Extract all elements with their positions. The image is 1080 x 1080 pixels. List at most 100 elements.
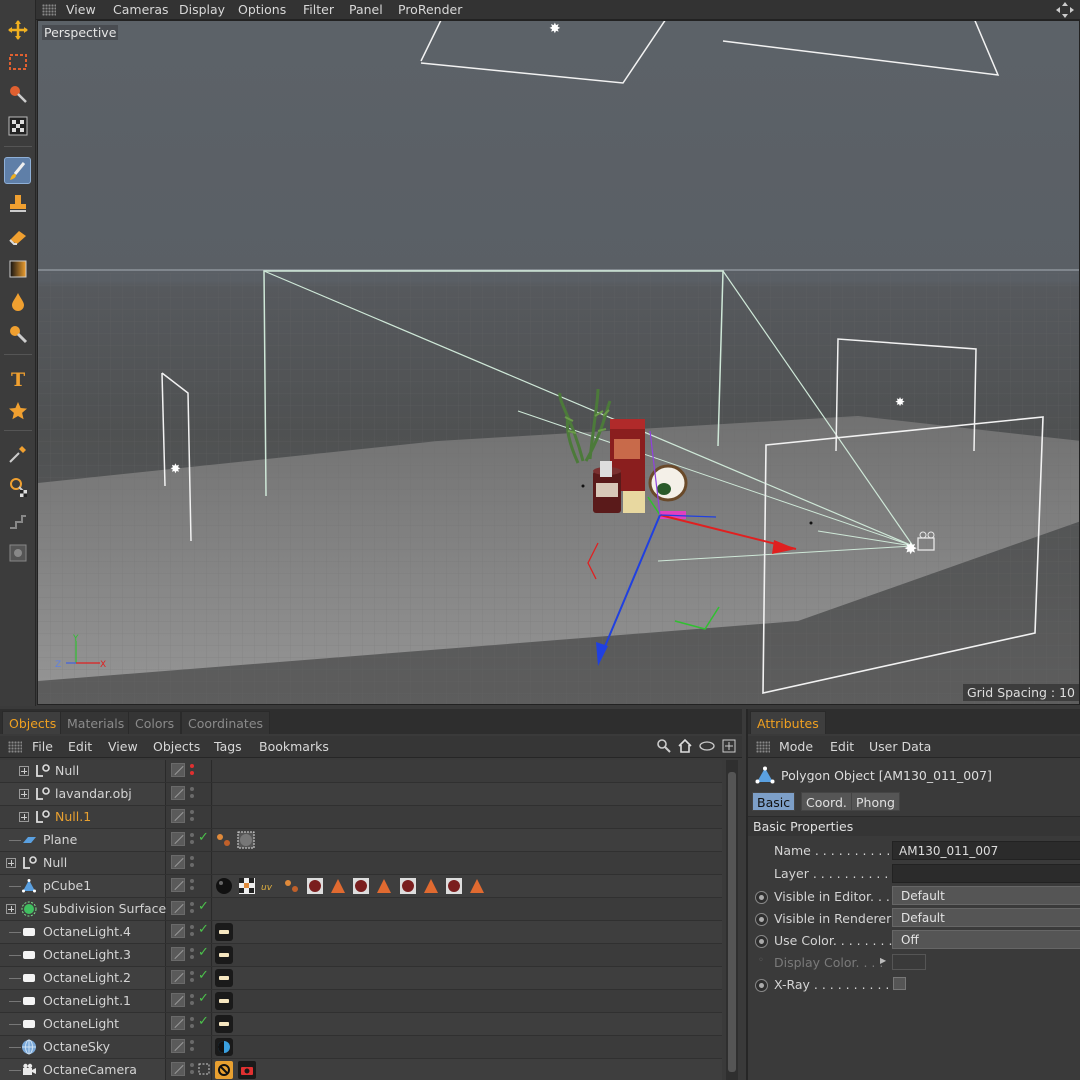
eraser-icon[interactable] [4, 222, 31, 249]
search-icon[interactable] [656, 738, 672, 754]
visibility-dots-icon[interactable] [190, 947, 194, 963]
menu-cameras[interactable]: Cameras [113, 2, 169, 17]
object-row[interactable]: OctaneCamera [0, 1059, 722, 1080]
visible-editor-select[interactable]: Default [892, 886, 1080, 905]
checker-texture-icon[interactable] [4, 112, 31, 139]
expand-icon[interactable] [19, 766, 29, 776]
octane-light-tag-icon[interactable] [215, 969, 233, 987]
material-tag-icon[interactable] [306, 877, 324, 895]
expand-icon[interactable] [6, 904, 16, 914]
layer-icon[interactable] [171, 970, 185, 984]
visibility-dots-icon[interactable] [190, 855, 194, 871]
selection-tag-icon[interactable] [422, 877, 440, 895]
object-row[interactable]: lavandar.obj [0, 783, 722, 806]
star-icon[interactable] [4, 397, 31, 424]
layer-icon[interactable] [171, 901, 185, 915]
layer-icon[interactable] [171, 993, 185, 1007]
stamp-icon[interactable] [4, 190, 31, 217]
menu-objects[interactable]: Objects [153, 739, 200, 754]
expand-arrow-icon[interactable]: ▶ [880, 956, 886, 965]
enabled-check-icon[interactable]: ✓ [198, 945, 209, 960]
enabled-check-icon[interactable]: ✓ [198, 1014, 209, 1029]
animate-radio-icon[interactable] [755, 913, 768, 926]
navigation-arrows-icon[interactable] [1054, 0, 1076, 20]
object-row[interactable]: Subdivision Surface ✓ [0, 898, 722, 921]
enabled-check-icon[interactable]: ✓ [198, 991, 209, 1006]
visible-renderer-select[interactable]: Default [892, 908, 1080, 927]
3d-viewport[interactable]: ✸ ✸ ✸ ✸ Y X Z Perspective Grid Spacing:… [37, 20, 1080, 705]
octane-light-tag-icon[interactable] [215, 992, 233, 1010]
visibility-dots-icon[interactable] [190, 786, 194, 802]
move-tool-icon[interactable] [4, 16, 31, 43]
layer-icon[interactable] [171, 1016, 185, 1030]
magnifier-tool-icon[interactable] [4, 320, 31, 347]
menu-mode[interactable]: Mode [779, 739, 813, 754]
menu-edit[interactable]: Edit [830, 739, 854, 754]
octane-light-tag-icon[interactable] [215, 1015, 233, 1033]
layer-icon[interactable] [171, 786, 185, 800]
enabled-check-icon[interactable]: ✓ [198, 968, 209, 983]
layer-icon[interactable] [171, 878, 185, 892]
brush-icon[interactable] [4, 157, 31, 184]
octane-light-tag-icon[interactable] [215, 923, 233, 941]
visibility-dots-icon[interactable] [190, 809, 194, 825]
visibility-dots-icon[interactable] [190, 924, 194, 940]
texture-tag-icon[interactable] [215, 831, 233, 849]
object-row[interactable]: Null.1 [0, 806, 722, 829]
menu-display[interactable]: Display [179, 2, 225, 17]
xray-checkbox[interactable] [893, 977, 906, 990]
menu-view[interactable]: View [108, 739, 138, 754]
tab-objects[interactable]: Objects [2, 711, 64, 734]
layer-icon[interactable] [171, 855, 185, 869]
gradient-icon[interactable] [4, 255, 31, 282]
menu-prorender[interactable]: ProRender [398, 2, 462, 17]
checker-tag-icon[interactable] [238, 877, 256, 895]
expand-icon[interactable] [19, 812, 29, 822]
tab-attributes[interactable]: Attributes [750, 711, 826, 734]
layer-icon[interactable] [171, 1062, 185, 1076]
octane-sky-tag-icon[interactable] [215, 1038, 233, 1056]
layer-icon[interactable] [171, 809, 185, 823]
menu-tags[interactable]: Tags [214, 739, 242, 754]
name-field[interactable]: AM130_011_007 [892, 841, 1080, 860]
menu-edit[interactable]: Edit [68, 739, 92, 754]
tab-materials[interactable]: Materials [60, 711, 132, 734]
viewport-camera-label[interactable]: Perspective [42, 25, 119, 40]
sphere-material-icon[interactable] [215, 877, 233, 895]
visibility-dots-icon[interactable] [190, 1016, 194, 1032]
visibility-dots-icon[interactable] [190, 993, 194, 1009]
object-row[interactable]: pCube1 uv [0, 875, 722, 898]
menu-view[interactable]: View [66, 2, 96, 17]
object-row[interactable]: Null [0, 760, 722, 783]
enabled-check-icon[interactable]: ✓ [198, 830, 209, 845]
object-row[interactable]: Null [0, 852, 722, 875]
tab-phong[interactable]: Phong [851, 792, 900, 811]
rectangle-select-icon[interactable] [4, 48, 31, 75]
selection-tag-icon[interactable] [468, 877, 486, 895]
object-row[interactable]: OctaneLight.1 ✓ [0, 990, 722, 1013]
object-row[interactable]: OctaneLight.4 ✓ [0, 921, 722, 944]
menu-options[interactable]: Options [238, 2, 286, 17]
octane-light-tag-icon[interactable] [215, 946, 233, 964]
material-pick-icon[interactable] [4, 473, 31, 500]
expand-icon[interactable] [19, 789, 29, 799]
camera-active-icon[interactable] [198, 1063, 210, 1075]
visibility-dots-icon[interactable] [190, 832, 194, 848]
live-select-icon[interactable] [4, 80, 31, 107]
object-row[interactable]: OctaneSky [0, 1036, 722, 1059]
visibility-dots-icon[interactable] [190, 763, 194, 779]
selection-tag-icon[interactable] [329, 877, 347, 895]
enabled-check-icon[interactable]: ✓ [198, 899, 209, 914]
menu-file[interactable]: File [32, 739, 53, 754]
object-list-scrollbar[interactable] [726, 760, 738, 1080]
scrollbar-thumb[interactable] [728, 772, 736, 1072]
octane-camera-tag-icon[interactable] [238, 1061, 256, 1079]
selection-tag-icon[interactable] [375, 877, 393, 895]
home-icon[interactable] [677, 738, 693, 754]
visibility-dots-icon[interactable] [190, 901, 194, 917]
animate-radio-icon[interactable] [755, 935, 768, 948]
visibility-dots-icon[interactable] [190, 1039, 194, 1055]
layer-field[interactable] [892, 864, 1080, 883]
tab-coordinates[interactable]: Coordinates [181, 711, 271, 734]
use-color-select[interactable]: Off [892, 930, 1080, 949]
